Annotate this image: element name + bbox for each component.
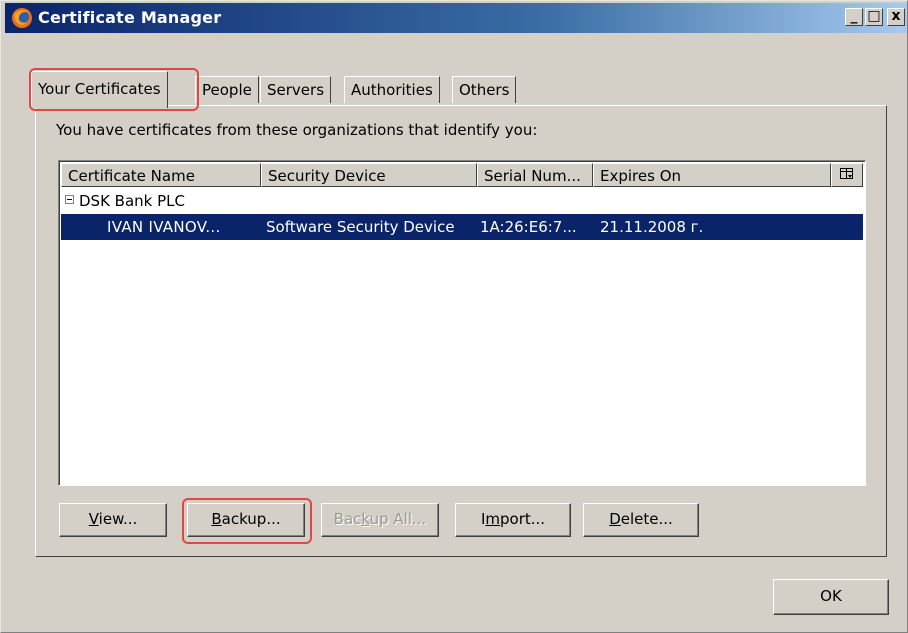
column-expires-on[interactable]: Expires On	[593, 163, 831, 187]
tab-your-certificates[interactable]: Your Certificates	[31, 71, 168, 108]
minimize-button[interactable]: _	[845, 8, 863, 26]
button-label: ackup...	[221, 510, 281, 528]
delete-button[interactable]: Delete...	[583, 503, 699, 537]
accelerator-key: V	[88, 510, 99, 528]
tab-label: Servers	[267, 81, 325, 99]
backup-button[interactable]: Backup...	[187, 503, 305, 537]
backup-all-button: Backup All...	[321, 503, 439, 537]
tab-label: Authorities	[351, 81, 433, 99]
button-label: up All...	[369, 510, 427, 528]
tab-label: Your Certificates	[38, 80, 161, 98]
tab-label: People	[202, 81, 252, 99]
close-button[interactable]: x	[887, 8, 905, 26]
table-row[interactable]: IVAN IVANOV... Software Security Device …	[61, 214, 863, 240]
column-picker-icon	[840, 168, 853, 179]
maximize-button[interactable]: □	[865, 8, 883, 26]
tab-authorities[interactable]: Authorities	[344, 76, 440, 103]
tab-people[interactable]: People	[195, 76, 259, 103]
tab-servers[interactable]: Servers	[260, 76, 332, 103]
title-bar[interactable]: Certificate Manager _ □ x	[5, 3, 907, 33]
ok-button[interactable]: OK	[773, 579, 889, 615]
tab-others[interactable]: Others	[452, 76, 517, 103]
accelerator-key: k	[361, 510, 370, 528]
accelerator-key: m	[485, 510, 500, 528]
cert-name-cell: IVAN IVANOV...	[107, 218, 221, 236]
firefox-icon	[12, 8, 32, 28]
tree-header: Certificate Name Security Device Serial …	[61, 163, 863, 187]
collapse-icon[interactable]	[65, 195, 74, 204]
accelerator-key: B	[211, 510, 222, 528]
button-label: iew...	[98, 510, 138, 528]
column-picker-button[interactable]	[831, 163, 863, 187]
certificate-tree[interactable]: Certificate Name Security Device Serial …	[58, 160, 866, 486]
button-label: Bac	[333, 510, 362, 528]
accelerator-key: D	[609, 510, 621, 528]
group-name: DSK Bank PLC	[79, 192, 185, 210]
column-security-device[interactable]: Security Device	[261, 163, 477, 187]
certificate-manager-window: Certificate Manager _ □ x Your Certifica…	[0, 0, 908, 633]
tab-panel: You have certificates from these organiz…	[35, 105, 887, 557]
window-title: Certificate Manager	[38, 8, 222, 27]
expires-on-cell: 21.11.2008 г.	[600, 218, 704, 236]
button-label: port...	[500, 510, 546, 528]
column-serial-number[interactable]: Serial Num...	[477, 163, 593, 187]
button-label: elete...	[620, 510, 673, 528]
intro-text: You have certificates from these organiz…	[56, 121, 538, 139]
tab-label: Others	[459, 81, 510, 99]
serial-number-cell: 1A:26:E6:7...	[480, 218, 577, 236]
view-button[interactable]: View...	[59, 503, 167, 537]
column-certificate-name[interactable]: Certificate Name	[61, 163, 261, 187]
tree-group-row[interactable]: DSK Bank PLC	[61, 188, 863, 214]
security-device-cell: Software Security Device	[266, 218, 455, 236]
import-button[interactable]: Import...	[455, 503, 571, 537]
